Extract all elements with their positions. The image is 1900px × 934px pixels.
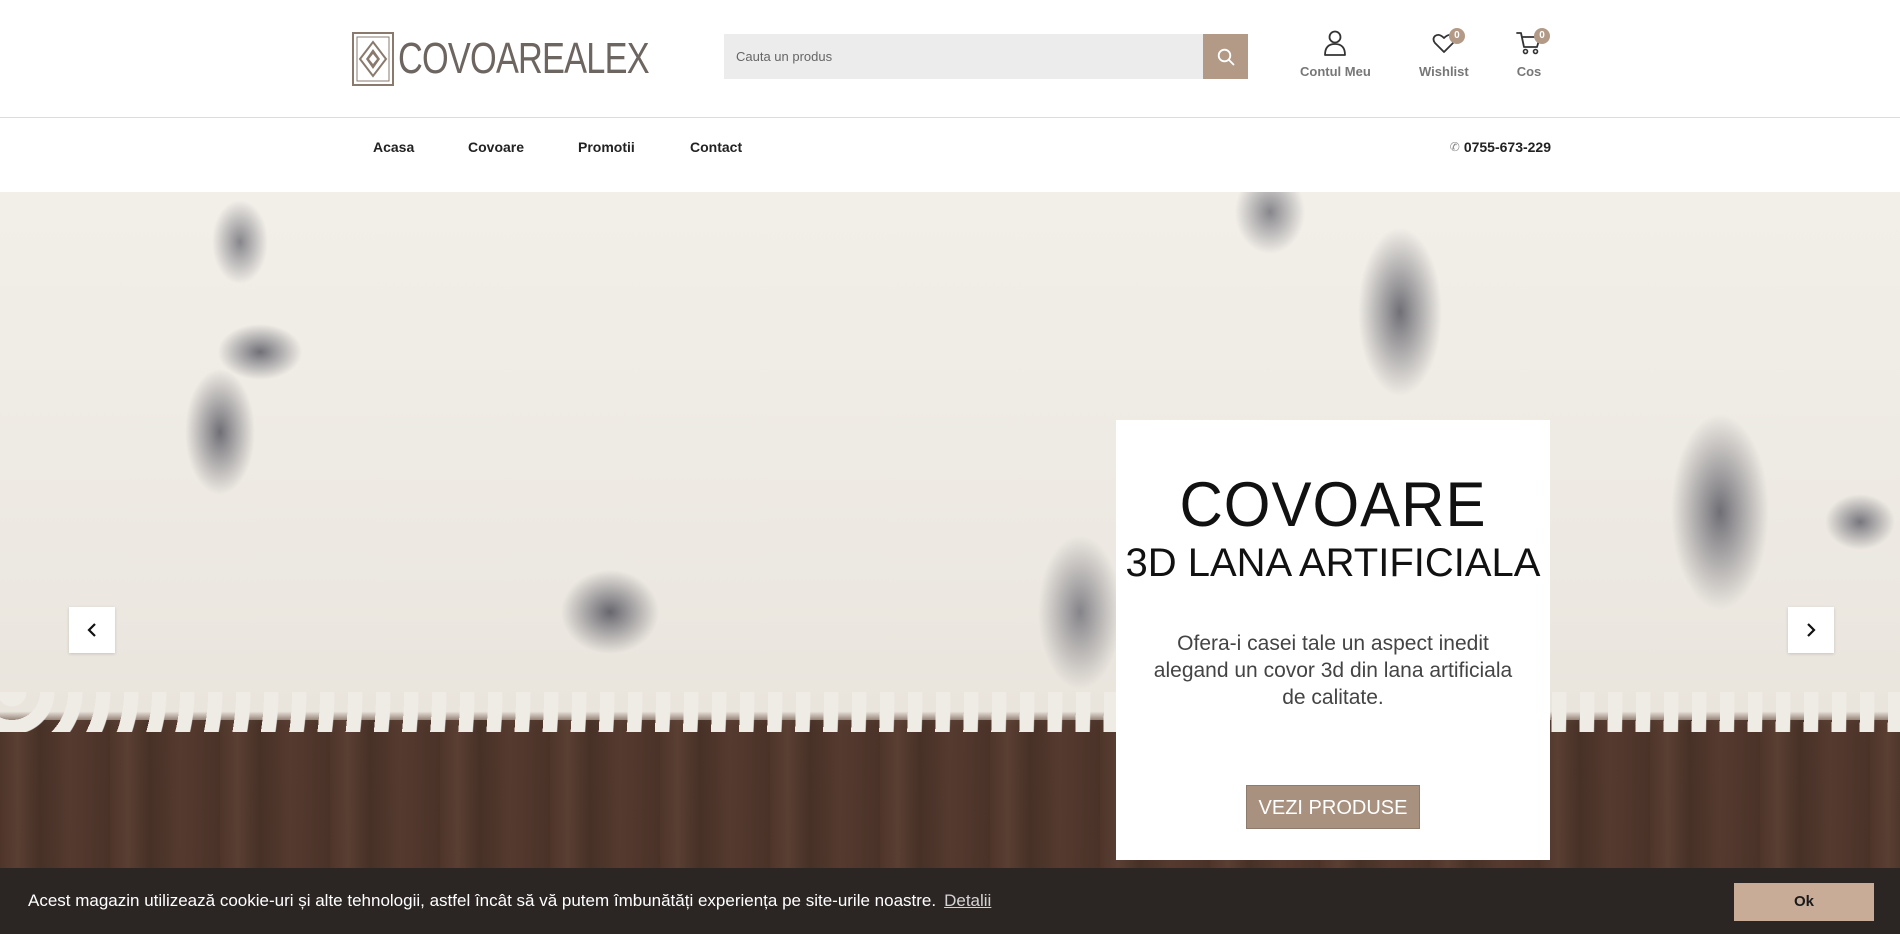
hero-promo-card: COVOARE 3D LANA ARTIFICIALA Ofera-i case…: [1116, 420, 1550, 860]
nav-item-contact[interactable]: Contact: [690, 118, 742, 192]
cart-link[interactable]: 0 Cos: [1514, 28, 1550, 79]
account-link[interactable]: Contul Meu: [1300, 28, 1371, 79]
nav-item-promotii[interactable]: Promotii: [578, 118, 635, 192]
wishlist-label: Wishlist: [1419, 64, 1469, 79]
phone-number: 0755-673-229: [1463, 139, 1551, 155]
chevron-right-icon: [1807, 623, 1816, 637]
wishlist-link[interactable]: 0 Wishlist: [1419, 28, 1469, 79]
user-icon: [1324, 30, 1347, 56]
search-icon: [1217, 48, 1234, 65]
cookie-message: Acest magazin utilizează cookie-uri și a…: [28, 891, 937, 910]
site-logo[interactable]: COVOAREALEX: [352, 32, 720, 86]
site-header: COVOAREALEX Contul Meu 0 Wishlist: [0, 0, 1900, 118]
nav-item-acasa[interactable]: Acasa: [373, 118, 414, 192]
account-label: Contul Meu: [1300, 64, 1371, 79]
hero-subtitle: 3D LANA ARTIFICIALA: [1125, 541, 1541, 585]
cart-label: Cos: [1516, 64, 1542, 79]
slider-next-button[interactable]: [1788, 607, 1834, 653]
cookie-details-link[interactable]: Detalii: [944, 891, 991, 911]
search-bar: [724, 34, 1248, 79]
slider-prev-button[interactable]: [69, 607, 115, 653]
hero-title: COVOARE: [1179, 469, 1487, 540]
hero-slider: COVOARE 3D LANA ARTIFICIALA Ofera-i case…: [0, 192, 1900, 934]
logo-text: COVOAREALEX: [398, 34, 650, 83]
cookie-banner: Acest magazin utilizează cookie-uri și a…: [0, 868, 1900, 934]
cookie-accept-button[interactable]: Ok: [1734, 883, 1874, 921]
cart-count-badge: 0: [1534, 28, 1550, 44]
search-input[interactable]: [724, 34, 1203, 79]
main-navigation: Acasa Covoare Promotii Contact ✆ 0755-67…: [0, 118, 1900, 192]
logo-rug-icon: [352, 32, 394, 86]
hero-background-rug-edge: [0, 692, 1900, 732]
chevron-left-icon: [87, 623, 96, 637]
hero-description: Ofera-i casei tale un aspect inedit aleg…: [1153, 632, 1513, 709]
nav-item-covoare[interactable]: Covoare: [468, 118, 524, 192]
phone-icon: ✆: [1449, 140, 1460, 154]
search-button[interactable]: [1203, 34, 1248, 79]
view-products-button[interactable]: VEZI PRODUSE: [1246, 785, 1420, 829]
wishlist-count-badge: 0: [1448, 28, 1465, 44]
phone-contact[interactable]: ✆ 0755-673-229: [1450, 118, 1551, 192]
